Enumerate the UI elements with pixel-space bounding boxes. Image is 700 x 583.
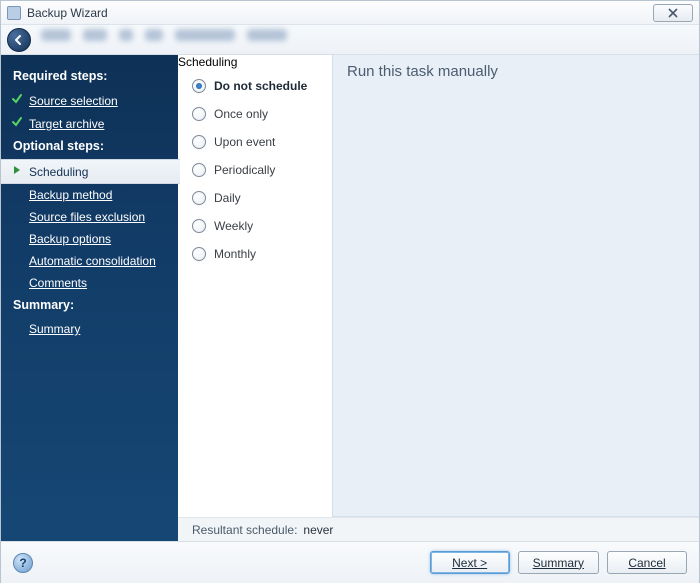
sidebar-item-label: Comments <box>29 276 87 290</box>
sidebar-item-label: Backup options <box>29 232 111 246</box>
radio-icon <box>192 163 206 177</box>
radio-icon <box>192 107 206 121</box>
radio-icon <box>192 79 206 93</box>
blurred-header-text <box>41 29 689 41</box>
section-title: Scheduling <box>178 55 332 69</box>
optional-steps-heading: Optional steps: <box>1 135 178 159</box>
sidebar-item-source-files-exclusion[interactable]: Source files exclusion <box>1 206 178 228</box>
sidebar-item-summary[interactable]: Summary <box>1 318 178 340</box>
radio-daily[interactable]: Daily <box>192 191 318 205</box>
radio-icon <box>192 191 206 205</box>
radio-icon <box>192 247 206 261</box>
info-panel: Run this task manually <box>332 55 699 517</box>
radio-do-not-schedule[interactable]: Do not schedule <box>192 79 318 93</box>
sidebar-item-automatic-consolidation[interactable]: Automatic consolidation <box>1 250 178 272</box>
radio-label: Monthly <box>214 247 256 261</box>
window-title: Backup Wizard <box>27 6 108 20</box>
sidebar-item-label: Source files exclusion <box>29 210 145 224</box>
radio-label: Weekly <box>214 219 253 233</box>
close-button[interactable] <box>653 4 693 22</box>
help-icon: ? <box>19 556 26 570</box>
radio-label: Do not schedule <box>214 79 307 93</box>
sidebar-item-label: Scheduling <box>29 165 88 179</box>
title-bar: Backup Wizard <box>1 1 699 25</box>
sidebar-item-backup-method[interactable]: Backup method <box>1 184 178 206</box>
sidebar-item-target-archive[interactable]: Target archive <box>1 112 178 135</box>
back-arrow-icon <box>13 34 25 46</box>
check-icon <box>11 93 23 108</box>
cancel-button[interactable]: Cancel <box>607 551 687 574</box>
radio-once-only[interactable]: Once only <box>192 107 318 121</box>
sidebar-item-label: Summary <box>29 322 80 336</box>
arrow-right-icon <box>11 164 23 179</box>
check-icon <box>11 116 23 131</box>
radio-icon <box>192 135 206 149</box>
sidebar-item-comments[interactable]: Comments <box>1 272 178 294</box>
main-panel: Scheduling Do not schedule Once only Upo… <box>178 55 699 541</box>
next-button[interactable]: Next > <box>430 551 510 574</box>
schedule-options: Do not schedule Once only Upon event Per… <box>178 69 332 261</box>
required-steps-heading: Required steps: <box>1 65 178 89</box>
radio-upon-event[interactable]: Upon event <box>192 135 318 149</box>
status-bar: Resultant schedule: never <box>178 517 699 541</box>
status-value: never <box>303 523 333 537</box>
summary-heading: Summary: <box>1 294 178 318</box>
sidebar-item-label: Source selection <box>29 94 118 108</box>
header-strip <box>1 25 699 55</box>
sidebar: Required steps: Source selection Target … <box>1 55 178 541</box>
radio-periodically[interactable]: Periodically <box>192 163 318 177</box>
radio-label: Upon event <box>214 135 275 149</box>
sidebar-item-backup-options[interactable]: Backup options <box>1 228 178 250</box>
main-body: Scheduling Do not schedule Once only Upo… <box>178 55 699 517</box>
footer: ? Next > Summary Cancel <box>1 541 699 583</box>
summary-button[interactable]: Summary <box>518 551 599 574</box>
sidebar-item-label: Automatic consolidation <box>29 254 156 268</box>
radio-label: Once only <box>214 107 268 121</box>
back-button[interactable] <box>7 28 31 52</box>
help-button[interactable]: ? <box>13 553 33 573</box>
sidebar-item-label: Target archive <box>29 117 104 131</box>
info-text: Run this task manually <box>347 63 498 80</box>
radio-weekly[interactable]: Weekly <box>192 219 318 233</box>
radio-icon <box>192 219 206 233</box>
app-icon <box>7 6 21 20</box>
status-label: Resultant schedule: <box>192 523 297 537</box>
radio-label: Daily <box>214 191 241 205</box>
sidebar-item-label: Backup method <box>29 188 112 202</box>
close-icon <box>668 8 678 18</box>
body: Required steps: Source selection Target … <box>1 55 699 541</box>
radio-monthly[interactable]: Monthly <box>192 247 318 261</box>
sidebar-item-source-selection[interactable]: Source selection <box>1 89 178 112</box>
radio-label: Periodically <box>214 163 275 177</box>
sidebar-item-scheduling[interactable]: Scheduling <box>1 159 180 184</box>
